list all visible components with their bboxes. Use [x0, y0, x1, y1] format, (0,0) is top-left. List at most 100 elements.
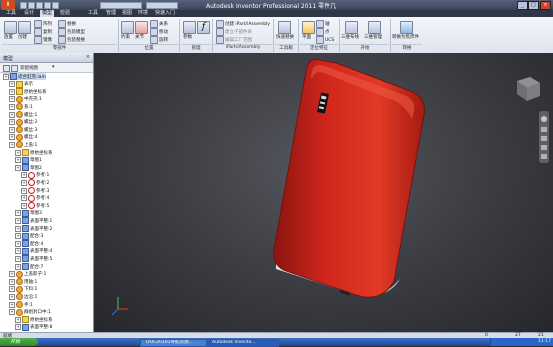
- tree-node[interactable]: + 原始坐标系: [15, 316, 53, 324]
- point-button[interactable]: 点: [316, 28, 330, 36]
- graphics-viewport[interactable]: [94, 53, 553, 332]
- expand-icon[interactable]: +: [15, 240, 21, 247]
- tree-node[interactable]: + 草图3: [15, 209, 42, 217]
- material-dropdown[interactable]: [100, 2, 142, 9]
- app-logo[interactable]: I: [1, 0, 15, 10]
- expand-icon[interactable]: +: [9, 96, 15, 103]
- tree-node[interactable]: + 螺丝:3: [9, 126, 37, 134]
- parameter-icon[interactable]: [183, 21, 196, 34]
- redo-icon[interactable]: [52, 2, 59, 9]
- tree-node[interactable]: + 群组封口中:1: [9, 308, 51, 316]
- expand-icon[interactable]: +: [15, 157, 21, 164]
- view-dropdown[interactable]: 装配视图: [20, 65, 38, 71]
- undo-icon[interactable]: [44, 2, 51, 9]
- tree-node[interactable]: + 原始坐标系: [15, 149, 53, 156]
- expand-icon[interactable]: +: [15, 217, 21, 224]
- tree-node[interactable]: + 配合:4: [15, 240, 43, 248]
- menu-item[interactable]: 工具: [6, 10, 16, 17]
- tree-node[interactable]: + 配合:7: [15, 263, 43, 270]
- expand-icon[interactable]: +: [9, 88, 15, 95]
- expand-icon[interactable]: +: [15, 324, 21, 331]
- start-button[interactable]: 开始: [0, 338, 38, 346]
- menu-item[interactable]: 视图: [122, 10, 132, 17]
- tree-node[interactable]: + 参考:5: [21, 202, 49, 210]
- expand-icon[interactable]: +: [15, 263, 21, 270]
- expand-icon[interactable]: +: [9, 286, 15, 293]
- expand-icon[interactable]: +: [15, 233, 21, 240]
- zoom-icon[interactable]: [541, 136, 547, 141]
- tree-node[interactable]: + 草图1: [15, 156, 42, 164]
- expand-icon[interactable]: +: [15, 149, 21, 156]
- expand-icon[interactable]: +: [9, 111, 15, 118]
- tree-node[interactable]: + 下料:1: [9, 285, 37, 293]
- route-icon[interactable]: [345, 21, 358, 34]
- expand-icon[interactable]: +: [9, 278, 15, 285]
- close-button[interactable]: ×: [540, 1, 551, 10]
- tree-node[interactable]: + 用轴:1: [9, 278, 37, 286]
- expand-icon[interactable]: +: [21, 187, 27, 194]
- tree-node[interactable]: + 中壳壳:1: [9, 95, 42, 103]
- axis-button[interactable]: 轴: [316, 20, 330, 28]
- expand-icon[interactable]: +: [21, 179, 27, 186]
- expand-icon[interactable]: +: [21, 172, 27, 179]
- expand-icon[interactable]: +: [9, 103, 15, 110]
- steering-wheel-icon[interactable]: [541, 116, 547, 122]
- maximize-button[interactable]: □: [528, 1, 539, 10]
- menu-item[interactable]: 管理: [106, 10, 116, 17]
- pan-icon[interactable]: [541, 127, 547, 132]
- tree-node[interactable]: + 参考:1: [21, 171, 49, 179]
- constraint-icon[interactable]: [121, 21, 134, 34]
- menu-item[interactable]: 环境: [138, 10, 148, 17]
- expand-icon[interactable]: +: [9, 141, 15, 148]
- place-icon[interactable]: [4, 21, 17, 34]
- expand-icon[interactable]: +: [9, 81, 15, 88]
- expand-icon[interactable]: +: [9, 119, 15, 126]
- tree-node[interactable]: + 原始坐标系: [9, 88, 47, 96]
- look-icon[interactable]: [541, 154, 547, 159]
- tree-node[interactable]: + 草图2: [15, 164, 42, 172]
- tree-node[interactable]: + 表面平整:8: [15, 323, 52, 331]
- save-icon[interactable]: [36, 2, 43, 9]
- menu-item[interactable]: 检验: [60, 10, 70, 17]
- menu-item[interactable]: 快速入门: [155, 10, 175, 17]
- close-icon[interactable]: ×: [86, 54, 90, 60]
- new-icon[interactable]: [20, 2, 27, 9]
- expand-icon[interactable]: +: [9, 126, 15, 133]
- fx-icon[interactable]: f: [197, 21, 210, 34]
- plane-icon[interactable]: [302, 21, 315, 34]
- expand-icon[interactable]: +: [9, 301, 15, 308]
- tree-node[interactable]: + 上盖影子:1: [9, 270, 46, 278]
- manage-icon[interactable]: [368, 21, 381, 34]
- tree-node[interactable]: + 边沿:1: [9, 293, 37, 301]
- tree-node[interactable]: + 配合:3: [15, 232, 43, 240]
- model-canvas[interactable]: [94, 53, 553, 332]
- orbit-icon[interactable]: [541, 145, 547, 150]
- view-cube[interactable]: [517, 77, 540, 101]
- minimize-button[interactable]: _: [517, 1, 528, 10]
- copy-button[interactable]: 复制: [34, 28, 52, 36]
- expand-icon[interactable]: +: [15, 225, 21, 232]
- mirror-button[interactable]: 镜像: [34, 36, 52, 44]
- tree-node[interactable]: + 表示: [9, 80, 33, 88]
- tree-node[interactable]: + 参考:4: [21, 194, 49, 202]
- array-button[interactable]: 阵列: [34, 20, 52, 28]
- tree-node[interactable]: + 参考:3: [21, 187, 49, 194]
- make-ipart-button[interactable]: 创建 iPart/iAssembly: [216, 20, 270, 28]
- expand-icon[interactable]: +: [15, 248, 21, 255]
- expand-icon[interactable]: +: [9, 309, 15, 316]
- expand-icon[interactable]: +: [15, 164, 21, 171]
- tree-node[interactable]: + 系:1: [9, 103, 33, 111]
- expand-icon[interactable]: +: [9, 134, 15, 141]
- tree-node[interactable]: + 参考:2: [21, 179, 49, 187]
- replace-part-icon[interactable]: [278, 21, 291, 34]
- tree-node[interactable]: + 螺丝:4: [9, 133, 37, 141]
- appearance-dropdown[interactable]: [146, 2, 178, 9]
- create-table-button[interactable]: 建立子部件表: [216, 28, 252, 36]
- expand-icon[interactable]: +: [21, 195, 27, 202]
- expand-icon[interactable]: +: [15, 316, 21, 323]
- expand-icon[interactable]: +: [9, 271, 15, 278]
- tree-node[interactable]: + 表面平整:2: [15, 225, 52, 232]
- joint-icon[interactable]: [135, 21, 148, 34]
- ucs-button[interactable]: UCS: [316, 36, 334, 44]
- tree-node[interactable]: + 表面平整:1: [15, 217, 52, 225]
